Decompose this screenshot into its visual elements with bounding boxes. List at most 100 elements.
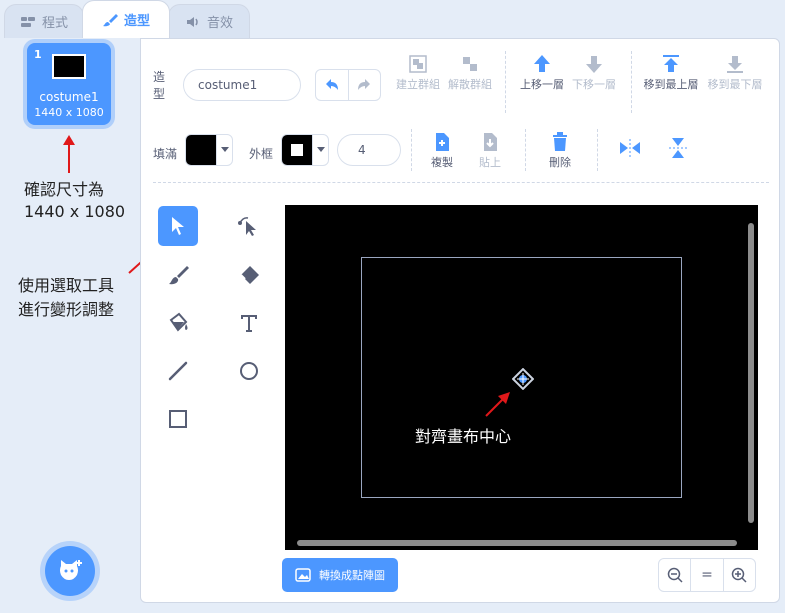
move-to-back-icon: [727, 56, 743, 73]
zoom-out-button[interactable]: [659, 559, 690, 591]
choose-costume-button[interactable]: [45, 546, 95, 596]
tab-sounds[interactable]: 音效: [168, 4, 250, 38]
delete-button[interactable]: 刪除: [535, 131, 585, 171]
tab-sounds-label: 音效: [206, 16, 233, 31]
outline-color-picker[interactable]: [281, 134, 329, 166]
line-tool[interactable]: [158, 351, 198, 391]
flip-vertical-icon: [669, 138, 687, 158]
costume-label: 造型: [153, 70, 166, 101]
code-icon: [20, 16, 35, 27]
toolbar-divider: [597, 129, 598, 171]
rectangle-tool[interactable]: [158, 399, 198, 439]
zoom-controls: =: [658, 558, 756, 592]
costume-name: costume1: [39, 90, 99, 104]
zoom-out-icon: [667, 567, 683, 583]
costume-thumbnail: [52, 54, 86, 79]
toolbar-divider: [525, 129, 526, 171]
flip-horizontal-button[interactable]: [605, 137, 655, 161]
tab-costumes[interactable]: 造型: [82, 0, 170, 38]
group-icon: [409, 55, 427, 73]
caret-down-icon: [220, 147, 229, 152]
sound-icon: [186, 16, 198, 27]
outline-color-swatch: [282, 135, 312, 165]
tab-costumes-label: 造型: [123, 14, 150, 29]
toolbar-divider: [505, 51, 506, 113]
trash-icon: [553, 132, 567, 151]
toolbar-divider: [411, 129, 412, 171]
ungroup-icon: [463, 57, 477, 71]
tab-bar: 程式 造型 音效: [0, 0, 785, 38]
arrow-up-icon: [534, 55, 550, 72]
undo-redo-group: [315, 69, 381, 101]
copy-button[interactable]: 複製: [417, 131, 467, 171]
size-note-line2: 1440 x 1080: [24, 202, 126, 221]
forward-button[interactable]: 上移一層: [517, 53, 567, 93]
move-to-front-icon: [663, 55, 679, 72]
undo-icon: [325, 79, 338, 90]
paint-editor: 造型 costume1 建立群組 解散群組 上移一層 下移一層 移到最上層 移到…: [140, 38, 780, 603]
undo-button[interactable]: [316, 70, 348, 100]
cat-plus-icon: [60, 560, 82, 580]
select-arrow-icon: [172, 217, 184, 235]
costume-name-input[interactable]: costume1: [183, 69, 301, 101]
copy-icon: [436, 133, 449, 151]
annotation-arrow-center: [485, 392, 510, 417]
costume-item[interactable]: 1 costume1 1440 x 1080: [27, 43, 111, 125]
fill-color-swatch: [186, 135, 216, 165]
eraser-icon: [240, 266, 259, 284]
select-note-line1: 使用選取工具: [18, 276, 115, 295]
reshape-tool[interactable]: [229, 206, 269, 246]
fill-color-picker[interactable]: [185, 134, 233, 166]
size-note-line1: 確認尺寸為: [24, 180, 105, 199]
annotation-arrow-up: [63, 135, 75, 173]
eraser-tool[interactable]: [229, 255, 269, 295]
tab-code-label: 程式: [41, 16, 68, 31]
backward-button[interactable]: 下移一層: [569, 53, 619, 93]
image-icon: [295, 568, 311, 582]
caret-down-icon: [316, 147, 325, 152]
text-icon: [241, 315, 257, 332]
outline-label: 外框: [249, 147, 274, 161]
zoom-in-button[interactable]: [722, 559, 755, 591]
costume-number: 1: [34, 48, 42, 61]
reshape-icon: [238, 217, 256, 236]
zoom-in-icon: [732, 567, 747, 583]
circle-icon: [240, 362, 258, 380]
text-tool[interactable]: [229, 303, 269, 343]
circle-tool[interactable]: [229, 351, 269, 391]
select-note-line2: 進行變形調整: [18, 300, 115, 319]
center-note: 對齊畫布中心: [415, 427, 512, 446]
back-button[interactable]: 移到最下層: [707, 53, 763, 93]
flip-horizontal-icon: [620, 139, 640, 157]
convert-to-bitmap-button[interactable]: 轉換成點陣圖: [282, 558, 398, 592]
rotation-center-icon[interactable]: [512, 368, 534, 390]
front-button[interactable]: 移到最上層: [643, 53, 699, 93]
paint-bucket-icon: [169, 312, 188, 332]
paint-canvas[interactable]: 對齊畫布中心: [285, 205, 758, 550]
flip-vertical-button[interactable]: [653, 137, 703, 161]
ungroup-button[interactable]: 解散群組: [445, 53, 495, 93]
fill-tool[interactable]: [158, 303, 198, 343]
costume-list: 1 costume1 1440 x 1080 確認尺寸為 1440 x 1080…: [0, 38, 140, 613]
fill-label: 填滿: [153, 147, 178, 161]
select-tool[interactable]: [158, 206, 198, 246]
costume-size: 1440 x 1080: [34, 106, 104, 119]
group-button[interactable]: 建立群組: [393, 53, 443, 93]
toolbar-divider: [631, 51, 632, 113]
zoom-reset-button[interactable]: =: [690, 559, 722, 591]
paste-icon: [484, 133, 497, 151]
paste-button[interactable]: 貼上: [465, 131, 515, 171]
redo-button[interactable]: [347, 70, 380, 100]
tab-code[interactable]: 程式: [4, 4, 84, 38]
horizontal-scrollbar[interactable]: [297, 540, 737, 546]
vertical-scrollbar[interactable]: [748, 223, 754, 523]
outline-width-input[interactable]: 4: [337, 134, 401, 166]
brush-icon: [102, 13, 118, 26]
rectangle-icon: [169, 410, 187, 428]
redo-icon: [358, 79, 371, 90]
paintbrush-icon: [169, 266, 189, 285]
brush-tool[interactable]: [158, 255, 198, 295]
arrow-down-icon: [586, 56, 602, 73]
convert-to-bitmap-label: 轉換成點陣圖: [319, 569, 385, 582]
toolbar-separator: [153, 182, 769, 183]
